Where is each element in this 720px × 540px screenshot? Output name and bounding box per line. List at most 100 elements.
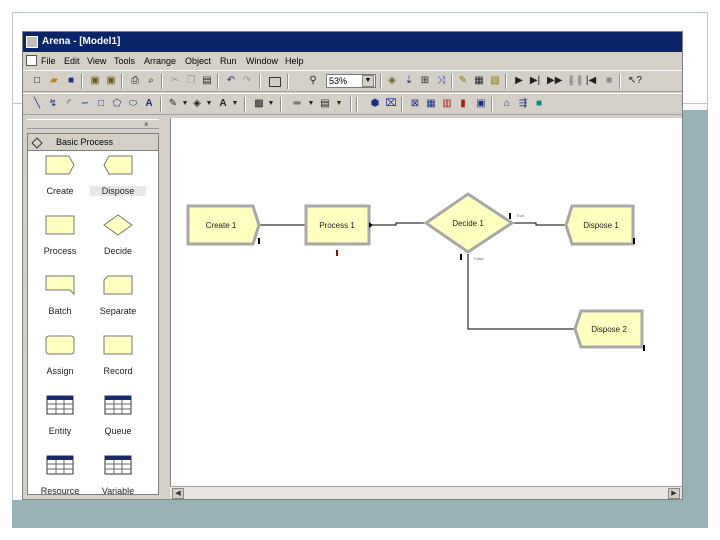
menu-object[interactable]: Object <box>185 52 211 70</box>
copy-icon[interactable]: ❐ <box>185 75 197 87</box>
model-canvas[interactable]: Create 1 Process 1 Decide 1 True False D… <box>170 118 682 486</box>
module-process[interactable]: Process <box>32 214 88 262</box>
chevron-down-icon[interactable]: ▼ <box>305 98 317 110</box>
process-module[interactable]: Process 1 <box>304 204 371 246</box>
print-preview-icon[interactable]: ⌕ <box>145 75 157 87</box>
chevron-down-icon[interactable]: ▼ <box>229 98 241 110</box>
arc-icon[interactable]: ◜ <box>63 98 75 110</box>
close-submodel-icon[interactable]: ▧ <box>489 75 501 87</box>
fast-forward-icon[interactable]: ▶▶ <box>547 75 562 87</box>
menu-arrange[interactable]: Arrange <box>144 52 176 70</box>
pause-icon[interactable]: ❚❚ <box>567 75 584 87</box>
module-queue[interactable]: Queue <box>90 394 146 442</box>
project-bar-handle[interactable] <box>27 119 159 129</box>
paste-icon[interactable]: ▤ <box>201 75 213 87</box>
exit-point[interactable] <box>258 238 260 244</box>
entry-point[interactable] <box>643 345 645 351</box>
exit-point[interactable] <box>460 254 462 260</box>
connector-decide-dispose1[interactable] <box>511 222 566 226</box>
close-icon[interactable]: × <box>144 121 149 129</box>
entry-point[interactable] <box>633 238 635 244</box>
window-background-icon[interactable]: ▩ <box>253 98 265 110</box>
station-icon[interactable]: ⊞ <box>419 75 431 87</box>
polyline-icon[interactable]: ↯ <box>47 98 59 110</box>
fill-color-icon[interactable]: ◈ <box>191 98 203 110</box>
module-variable[interactable]: Variable <box>90 454 146 499</box>
context-help-icon[interactable]: ↖? <box>627 75 643 87</box>
connector-process-decide[interactable] <box>369 222 426 226</box>
queue-animation-icon[interactable]: ⬢ <box>369 98 381 110</box>
template-attach-icon[interactable]: ▣ <box>89 75 101 87</box>
collapse-diamond-icon[interactable] <box>31 137 43 149</box>
decide-module[interactable]: Decide 1 <box>423 192 515 254</box>
module-record[interactable]: Record <box>90 334 146 382</box>
open-folder-icon[interactable]: ▰ <box>48 75 60 87</box>
text-color-icon[interactable]: A <box>217 98 229 110</box>
line-width-icon[interactable]: ═ <box>291 98 303 110</box>
module-dispose[interactable]: Dispose <box>90 154 146 202</box>
line-icon[interactable]: ╲ <box>31 98 43 110</box>
chevron-down-icon[interactable]: ▼ <box>265 98 277 110</box>
module-create[interactable]: Create <box>32 154 88 202</box>
go-icon[interactable]: ▶ <box>513 75 525 87</box>
menu-view[interactable]: View <box>87 52 106 70</box>
line-style-icon[interactable]: ▤ <box>319 98 331 110</box>
step-icon[interactable]: ▶| <box>529 75 541 87</box>
scroll-right-icon[interactable]: ▶ <box>668 488 680 499</box>
resource-animation-icon[interactable]: ⌧ <box>385 98 397 110</box>
station-animation-icon[interactable]: ⌂ <box>501 98 513 110</box>
menu-tools[interactable]: Tools <box>114 52 135 70</box>
end-icon[interactable]: ■ <box>603 75 615 87</box>
zoom-icon[interactable]: ⚲ <box>307 75 319 87</box>
basic-process-panel-header[interactable]: Basic Process <box>28 134 158 151</box>
menu-run[interactable]: Run <box>220 52 237 70</box>
menu-edit[interactable]: Edit <box>64 52 80 70</box>
box-icon[interactable]: □ <box>95 98 107 110</box>
edit-submodel-icon[interactable]: ▦ <box>473 75 485 87</box>
module-batch[interactable]: Batch <box>32 274 88 322</box>
exit-point[interactable] <box>509 213 511 219</box>
new-file-icon[interactable]: □ <box>31 75 43 87</box>
redo-icon[interactable]: ↷ <box>241 75 253 87</box>
module-resource[interactable]: Resource <box>32 454 88 499</box>
route-animation-icon[interactable]: ⇶ <box>517 98 529 110</box>
create-module[interactable]: Create 1 <box>186 204 261 246</box>
scroll-left-icon[interactable]: ◀ <box>172 488 184 499</box>
chevron-down-icon[interactable]: ▼ <box>179 98 191 110</box>
chevron-down-icon[interactable]: ▼ <box>203 98 215 110</box>
module-entity[interactable]: Entity <box>32 394 88 442</box>
chevron-down-icon[interactable]: ▼ <box>333 98 345 110</box>
clock-icon[interactable]: ▣ <box>475 98 487 110</box>
dispose1-module[interactable]: Dispose 1 <box>564 204 635 246</box>
connector-decide-dispose2[interactable] <box>467 254 576 330</box>
undo-icon[interactable]: ↶ <box>225 75 237 87</box>
plot-icon[interactable]: ▦ <box>425 98 437 110</box>
line-color-icon[interactable]: ✎ <box>167 98 179 110</box>
module-separate[interactable]: Separate <box>90 274 146 322</box>
template-detach-icon[interactable]: ▣ <box>105 75 117 87</box>
connect-icon[interactable]: ⇣ <box>403 75 415 87</box>
histogram-icon[interactable]: ▥ <box>441 98 453 110</box>
module-assign[interactable]: Assign <box>32 334 88 382</box>
document-icon[interactable] <box>26 55 37 66</box>
screen-view-icon[interactable] <box>269 77 281 87</box>
bezier-icon[interactable]: ∽ <box>79 98 91 110</box>
dispose2-module[interactable]: Dispose 2 <box>573 309 644 349</box>
horizontal-scrollbar[interactable]: ◀ ▶ <box>170 486 682 499</box>
layers-icon[interactable]: ◈ <box>386 75 398 87</box>
storage-icon[interactable]: ■ <box>533 98 545 110</box>
save-icon[interactable]: ■ <box>65 75 77 87</box>
polygon-icon[interactable]: ⬠ <box>111 98 123 110</box>
variable-animation-icon[interactable]: ⊠ <box>409 98 421 110</box>
cut-icon[interactable]: ✂ <box>169 75 181 87</box>
module-decide[interactable]: Decide <box>90 214 146 262</box>
menu-help[interactable]: Help <box>285 52 304 70</box>
ellipse-icon[interactable]: ⬭ <box>127 98 139 110</box>
chevron-down-icon[interactable]: ▼ <box>362 75 374 87</box>
arena-app-icon[interactable] <box>26 36 38 48</box>
menu-file[interactable]: File <box>41 52 56 70</box>
print-icon[interactable]: ⎙ <box>129 75 141 87</box>
text-icon[interactable]: A <box>143 98 155 110</box>
level-icon[interactable]: ▮ <box>457 98 469 110</box>
start-over-icon[interactable]: |◀ <box>585 75 597 87</box>
